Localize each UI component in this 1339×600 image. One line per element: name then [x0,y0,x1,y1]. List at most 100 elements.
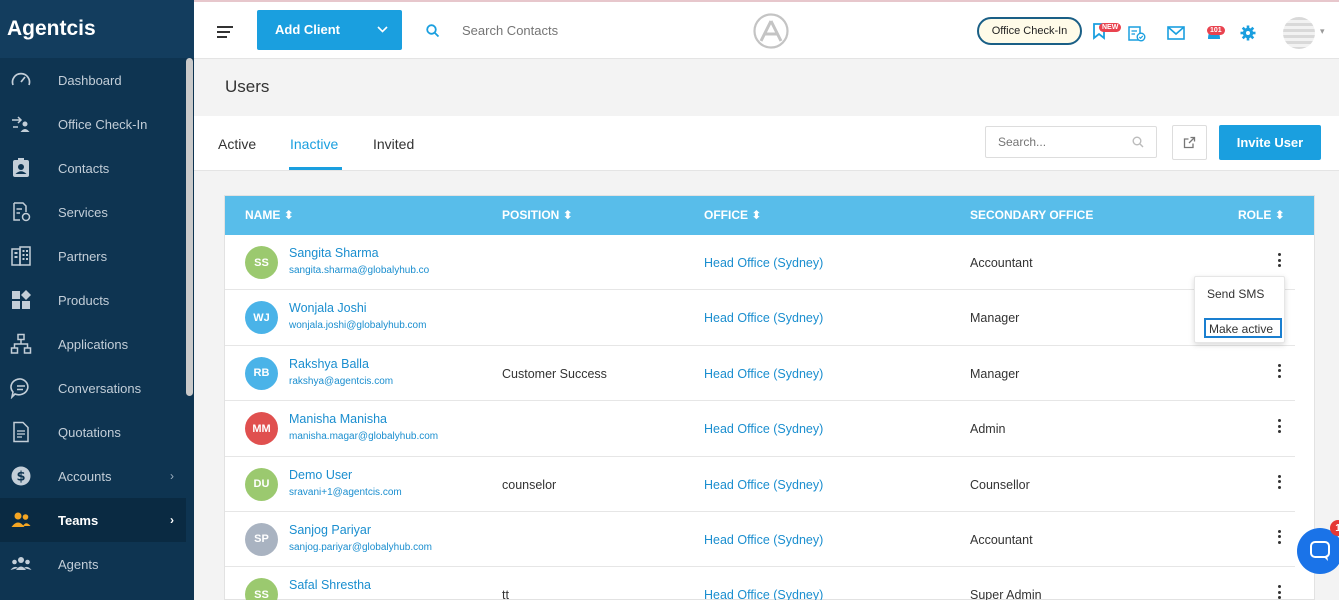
user-email: manisha.magar@globalyhub.com [289,431,439,443]
export-button[interactable] [1172,125,1207,160]
sort-icon[interactable]: ⬍ [751,208,761,222]
user-office-link[interactable]: Head Office (Sydney) [704,367,823,381]
avatar: SS [245,246,278,279]
user-name-link[interactable]: Rakshya Balla [289,357,369,371]
user-office-link[interactable]: Head Office (Sydney) [704,422,823,436]
sidebar-item-accounts[interactable]: $ Accounts › [0,454,186,498]
chevron-right-icon: › [170,469,174,483]
brand-logo[interactable]: Agentcis [0,0,194,58]
agents-icon [10,553,32,575]
table-row: RB Rakshya Balla rakshya@agentcis.com Custo… [225,346,1295,402]
checkin-icon [10,113,32,135]
sidebar-item-teams[interactable]: Teams › [0,498,186,542]
agentcis-logo-icon [752,12,790,55]
col-position-header[interactable]: POSITION ⬍ [502,208,573,222]
sidebar-item-label: Office Check-In [58,116,148,132]
user-name-link[interactable]: Demo User [289,468,352,482]
dollar-icon: $ [10,465,32,487]
sidebar-item-label: Partners [58,248,108,264]
sort-icon[interactable]: ⬍ [1275,208,1285,222]
user-office-link[interactable]: Head Office (Sydney) [704,478,823,492]
add-client-button[interactable]: Add Client [257,10,402,50]
user-email: sravani+1@agentcis.com [289,486,402,498]
grid-icon [10,289,32,311]
sort-icon[interactable]: ⬍ [284,208,294,222]
more-options-icon[interactable] [1275,252,1283,268]
new-badge: NEW [1099,23,1122,32]
sidebar-item-label: Agents [58,556,99,572]
sidebar-item-agents[interactable]: Agents [0,542,186,586]
sidebar-item-partners[interactable]: Partners [0,234,186,278]
user-position: Customer Success [502,366,607,381]
search-icon[interactable] [426,24,440,43]
user-office-link[interactable]: Head Office (Sydney) [704,256,823,270]
sidebar-item-dashboard[interactable]: Dashboard [0,58,186,102]
col-office-header[interactable]: OFFICE ⬍ [704,208,761,222]
user-name-link[interactable]: Manisha Manisha [289,412,387,426]
sidebar-item-label: Services [58,204,108,220]
team-icon [10,509,32,531]
user-secondary-office: Admin [970,422,1006,437]
user-secondary-office: Manager [970,311,1020,326]
more-options-icon[interactable] [1275,363,1283,379]
more-options-icon[interactable] [1275,474,1283,490]
tab-inactive[interactable]: Inactive [290,136,338,152]
user-secondary-office: Manager [970,366,1020,381]
sidebar-item-office-check-in[interactable]: Office Check-In [0,102,186,146]
more-options-icon[interactable] [1275,584,1283,600]
sidebar-item-label: Contacts [58,160,110,176]
mail-icon[interactable] [1167,26,1185,45]
office-checkin-button[interactable]: Office Check-In [977,17,1082,45]
user-avatar[interactable] [1283,17,1315,49]
task-check-icon[interactable] [1128,26,1146,47]
chat-widget-button[interactable] [1297,528,1339,574]
sidebar-item-label: Applications [58,336,129,352]
user-office-link[interactable]: Head Office (Sydney) [704,311,823,325]
table-row: WJ Wonjala Joshi wonjala.joshi@globalyhub.… [225,290,1295,346]
sidebar-item-label: Teams [58,512,99,528]
avatar: SP [245,522,278,556]
sidebar-item-quotations[interactable]: Quotations [0,410,186,454]
sidebar-item-conversations[interactable]: Conversations [0,366,186,410]
more-options-icon[interactable] [1275,529,1283,545]
avatar: DU [245,467,278,501]
sidebar-item-label: Dashboard [58,72,122,88]
avatar-chevron-icon[interactable]: ▾ [1320,26,1325,37]
avatar: RB [245,356,278,390]
make-active-menu-item[interactable]: Make active [1204,318,1282,338]
table-row: SP Sanjog Pariyar sanjog.pariyar@globalyhu… [225,512,1295,568]
user-email: sangita.sharma@globalyhub.co [289,265,430,276]
user-name-link[interactable]: Wonjala Joshi [289,301,367,315]
col-name-header[interactable]: NAME ⬍ [245,208,294,222]
gear-icon[interactable] [1240,25,1256,46]
chevron-right-icon: › [170,513,174,527]
user-name-link[interactable]: Safal Shrestha [289,578,371,592]
tabs-bar: Active Inactive Invited Invite User [194,116,1339,171]
user-name-link[interactable]: Sanjog Pariyar [289,523,371,537]
user-office-link[interactable]: Head Office (Sydney) [704,533,823,547]
search-contacts-input[interactable] [462,23,662,38]
more-options-icon[interactable] [1275,418,1283,434]
table-header: NAME ⬍ POSITION ⬍ OFFICE ⬍ SECONDARY OFF… [225,196,1314,235]
invite-user-button[interactable]: Invite User [1219,125,1321,160]
user-secondary-office: Super Admin [970,588,1042,600]
col-role-header[interactable]: ROLE ⬍ [1238,208,1285,222]
table-body: SS Sangita Sharma sangita.sharma@globalyhu… [225,235,1314,600]
tab-invited[interactable]: Invited [373,136,414,152]
sidebar-scrollbar[interactable] [186,58,193,396]
sidebar-item-contacts[interactable]: Contacts [0,146,186,190]
tab-active[interactable]: Active [218,136,256,152]
user-name-link[interactable]: Sangita Sharma [289,246,379,260]
table-row: DU Demo User sravani+1@agentcis.com counsel… [225,457,1295,512]
contacts-icon [10,157,32,179]
sort-icon[interactable]: ⬍ [563,208,573,222]
chevron-down-icon[interactable] [377,22,388,36]
sidebar-item-products[interactable]: Products [0,278,186,322]
table-row: SS Safal Shrestha tt Head Office (Sydney) Su… [225,567,1295,600]
sidebar-item-services[interactable]: Services [0,190,186,234]
sidebar-item-applications[interactable]: Applications [0,322,186,366]
user-office-link[interactable]: Head Office (Sydney) [704,588,823,600]
send-sms-menu-item[interactable]: Send SMS [1207,287,1264,301]
menu-toggle-icon[interactable] [217,26,233,41]
user-email: sanjog.pariyar@globalyhub.com [289,541,433,553]
